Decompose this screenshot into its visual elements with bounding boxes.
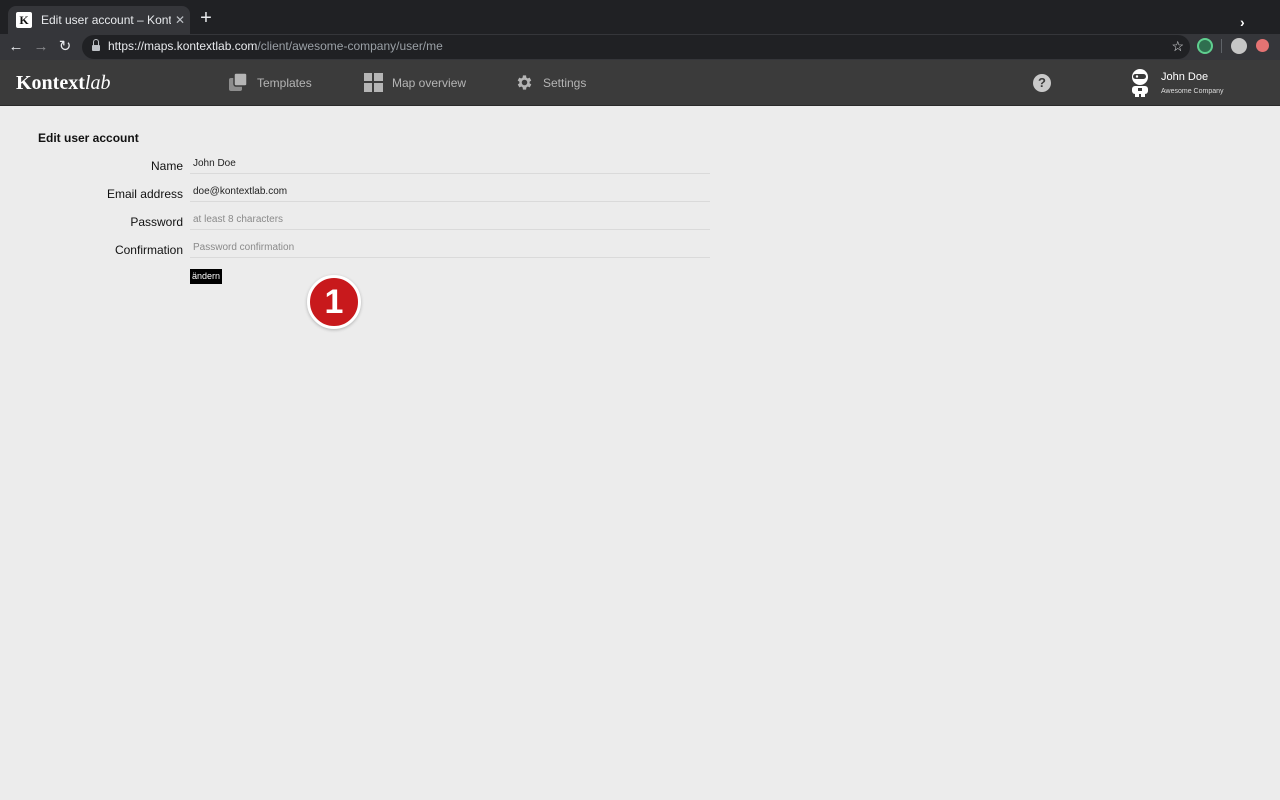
app-header: Kontextlab Templates Map overview Settin… — [0, 60, 1280, 106]
nav-map-overview[interactable]: Map overview — [364, 73, 466, 92]
extension-icon[interactable] — [1197, 38, 1213, 54]
password-confirmation-field[interactable] — [190, 238, 710, 258]
new-tab-button[interactable]: + — [196, 8, 216, 28]
step-number-badge: 1 — [307, 275, 361, 329]
gear-icon — [517, 75, 532, 90]
chevron-right-icon[interactable]: › — [1240, 14, 1245, 30]
address-bar[interactable]: https://maps.kontextlab.com/client/aweso… — [82, 35, 1190, 59]
page-title: Edit user account — [38, 131, 139, 145]
back-button[interactable]: ← — [4, 35, 28, 59]
profile-avatar-icon[interactable] — [1231, 38, 1247, 54]
browser-tab-bar: K Edit user account – Kontextlab ✕ + — [0, 0, 1280, 34]
templates-icon — [229, 73, 248, 91]
user-name: John Doe — [1161, 71, 1209, 83]
extension-shield-icon[interactable] — [1256, 39, 1269, 52]
email-field[interactable] — [190, 182, 710, 202]
name-field[interactable] — [190, 154, 710, 174]
browser-toolbar: ← → ↻ https://maps.kontextlab.com/client… — [0, 34, 1280, 60]
name-label: Name — [150, 159, 183, 173]
password-label: Password — [130, 215, 183, 229]
submit-button[interactable]: ändern — [190, 269, 223, 284]
password-field[interactable] — [190, 210, 710, 230]
robot-avatar-icon — [1132, 69, 1148, 97]
url-text: https://maps.kontextlab.com/client/aweso… — [108, 39, 443, 53]
toolbar-divider — [1221, 39, 1222, 53]
close-tab-icon[interactable]: ✕ — [173, 13, 187, 27]
favicon-icon: K — [16, 12, 32, 28]
tab-title: Edit user account – Kontextlab — [41, 13, 171, 27]
browser-tab[interactable]: K Edit user account – Kontextlab ✕ — [8, 6, 190, 34]
forward-button[interactable]: → — [29, 35, 53, 59]
nav-settings[interactable]: Settings — [515, 73, 586, 92]
kontextlab-logo[interactable]: Kontextlab — [16, 72, 110, 95]
reload-button[interactable]: ↻ — [53, 35, 77, 59]
grid-icon — [364, 73, 383, 92]
help-icon[interactable]: ? — [1033, 74, 1051, 92]
nav-templates[interactable]: Templates — [229, 73, 312, 92]
email-label: Email address — [106, 187, 183, 201]
lock-icon — [92, 39, 100, 52]
user-company: Awesome Company — [1161, 88, 1224, 95]
confirmation-label: Confirmation — [114, 243, 183, 257]
bookmark-star-icon[interactable]: ☆ — [1171, 38, 1184, 55]
